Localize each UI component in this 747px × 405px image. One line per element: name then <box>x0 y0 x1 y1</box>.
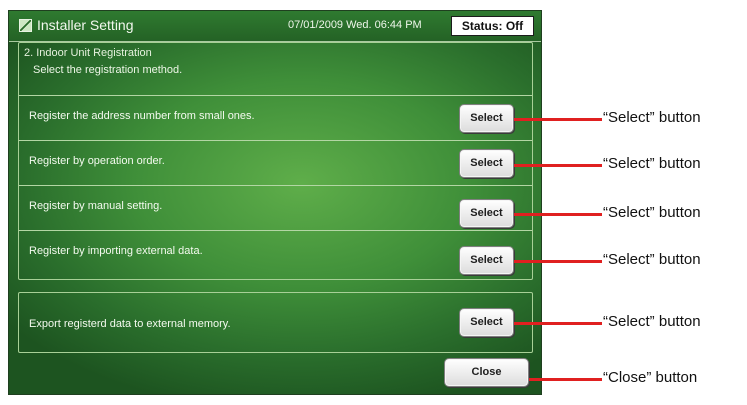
select-button-manual-setting[interactable]: Select <box>459 199 514 228</box>
callout-line <box>514 322 602 325</box>
callout-line <box>514 164 602 167</box>
date-time: 07/01/2009 Wed. 06:44 PM <box>288 19 422 31</box>
section-subtitle: Select the registration method. <box>33 64 183 76</box>
callout-line <box>514 213 602 216</box>
row-label: Register the address number from small o… <box>29 110 255 122</box>
window-title: Installer Setting <box>37 17 134 33</box>
section-title: 2. Indoor Unit Registration <box>24 47 152 59</box>
row-divider <box>19 95 532 96</box>
row-divider <box>19 230 532 231</box>
list-item: Register by importing external data. <box>19 230 532 272</box>
list-item: Register the address number from small o… <box>19 95 532 137</box>
list-item: Register by manual setting. <box>19 185 532 227</box>
title-bar: Installer Setting 07/01/2009 Wed. 06:44 … <box>9 11 541 42</box>
row-label: Register by importing external data. <box>29 245 203 257</box>
select-button-operation-order[interactable]: Select <box>459 149 514 178</box>
settings-window-icon <box>19 19 32 32</box>
export-panel: Export registerd data to external memory… <box>18 292 533 353</box>
select-button-import-external[interactable]: Select <box>459 246 514 275</box>
callout-label: “Select” button <box>603 204 701 221</box>
row-label: Register by manual setting. <box>29 200 163 212</box>
callout-line <box>514 260 602 263</box>
callout-line <box>514 118 602 121</box>
export-label: Export registerd data to external memory… <box>29 318 231 330</box>
select-button-export[interactable]: Select <box>459 308 514 337</box>
close-button[interactable]: Close <box>444 358 529 387</box>
row-label: Register by operation order. <box>29 155 165 167</box>
callout-label: “Select” button <box>603 109 701 126</box>
callout-label: “Select” button <box>603 313 701 330</box>
callout-label: “Close” button <box>603 369 698 386</box>
select-button-address-order[interactable]: Select <box>459 104 514 133</box>
registration-method-panel: 2. Indoor Unit Registration Select the r… <box>18 42 533 280</box>
callout-label: “Select” button <box>603 155 701 172</box>
callout-label: “Select” button <box>603 251 701 268</box>
row-divider <box>19 140 532 141</box>
status-badge: Status: Off <box>451 16 534 36</box>
callout-line <box>529 378 602 381</box>
row-divider <box>19 185 532 186</box>
list-item: Register by operation order. <box>19 140 532 182</box>
